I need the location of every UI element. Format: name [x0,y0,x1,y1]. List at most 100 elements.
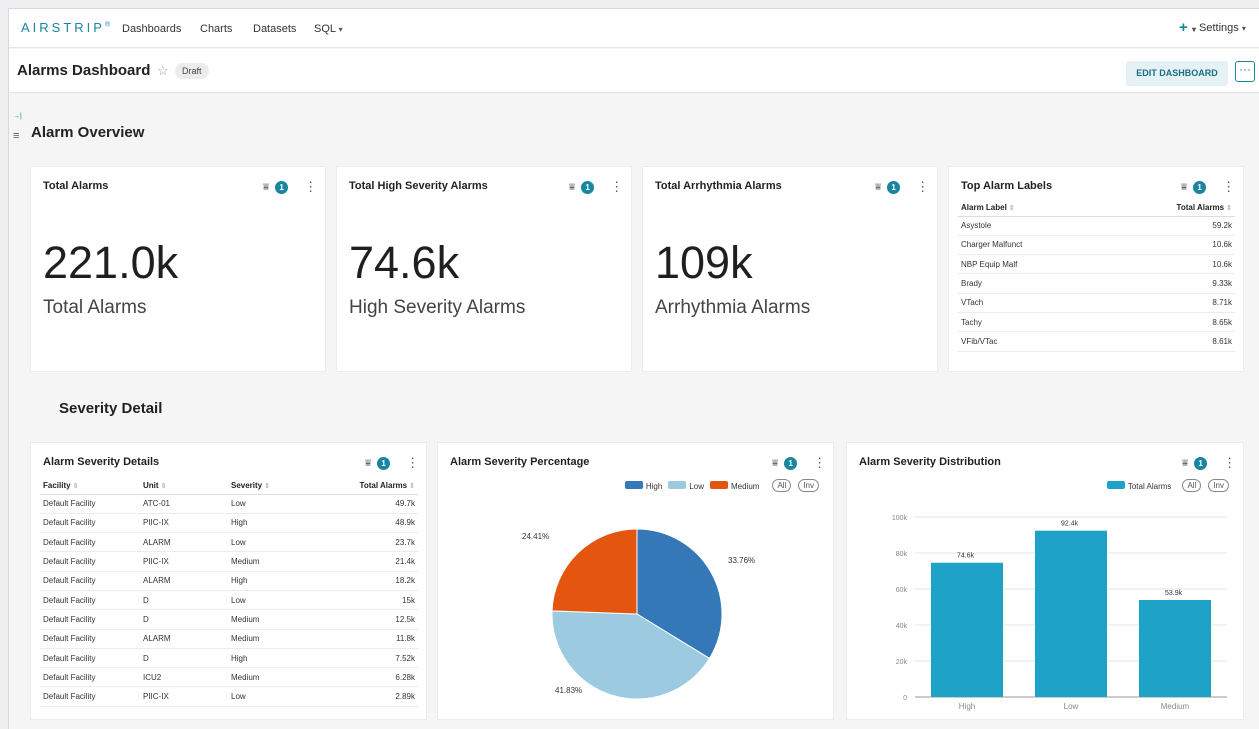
column-header[interactable]: Unit ⇕ [140,477,228,495]
table-row: Default Facility PIIC-IX Low 2.89k [40,686,418,707]
pie-slice-medium[interactable] [551,528,638,615]
filter-count-badge[interactable]: 1 [1193,180,1207,194]
expand-filters-icon[interactable]: →| [13,113,22,120]
filter-icon[interactable]: ⩸ [569,182,575,193]
card-title: Top Alarm Labels [961,180,1053,192]
legend-item[interactable]: Total Alarms [1106,480,1172,491]
column-header[interactable]: Severity ⇕ [228,477,309,495]
card-controls: ⩸ 1 ⋮ [772,455,826,471]
sort-icon[interactable]: ⇕ [73,483,79,490]
pie-data-label: 24.41% [522,532,549,541]
bar-low[interactable] [1035,530,1107,697]
cell: ATC-01 [140,494,228,514]
filter-icon[interactable]: ⩸ [1181,182,1187,193]
kebab-menu-icon[interactable]: ⋮ [610,179,623,195]
brand-logo[interactable]: AIRSTRIP® [21,20,110,35]
filter-count-badge[interactable]: 1 [1194,456,1208,470]
kebab-menu-icon[interactable]: ⋮ [1223,455,1236,471]
cell: Low [228,590,309,611]
legend-swatch [1106,480,1125,489]
filter-icon[interactable]: ⩸ [772,458,778,469]
page-title: Alarms Dashboard [17,62,151,79]
cell: 10.6k [1102,254,1235,275]
filter-count-badge[interactable]: 1 [581,180,595,194]
more-options-button[interactable]: ··· [1235,61,1255,82]
card-controls: ⩸ 1 ⋮ [1181,179,1235,195]
cell: 6.28k [308,667,418,688]
add-new-button[interactable]: + ▾ [1179,19,1196,36]
sort-icon[interactable]: ⇕ [409,483,415,490]
filter-icon[interactable]: ⩸ [263,182,269,193]
kebab-menu-icon[interactable]: ⋮ [406,455,419,471]
edit-dashboard-button[interactable]: EDIT DASHBOARD [1126,61,1228,86]
cell: NBP Equip Malf [958,254,1103,275]
card-controls: ⩸ 1 ⋮ [875,179,929,195]
filter-icon[interactable]: ⩸ [1182,458,1188,469]
kebab-menu-icon[interactable]: ⋮ [813,455,826,471]
legend-swatch [624,480,643,489]
severity-percentage-card: Alarm Severity Percentage ⩸ 1 ⋮ High Low M… [437,442,834,720]
cell: High [228,648,309,669]
cell: PIIC-IX [140,551,228,572]
nav-charts[interactable]: Charts [200,23,232,35]
column-header[interactable]: Facility ⇕ [40,477,140,495]
cell: Default Facility [40,609,140,630]
kebab-menu-icon[interactable]: ⋮ [1222,179,1235,195]
x-tick-label: High [959,702,975,711]
column-header[interactable]: Alarm Label ⇕ [958,199,1103,217]
bar-high[interactable] [931,562,1003,697]
settings-menu[interactable]: Settings ▾ [1199,22,1246,34]
filter-count-badge[interactable]: 1 [377,456,391,470]
table-row: Tachy 8.65k [958,312,1235,333]
filter-count-badge[interactable]: 1 [784,456,798,470]
cell: Medium [228,551,309,572]
cell: Default Facility [40,667,140,688]
cell: D [140,590,228,611]
table-row: Default Facility PIIC-IX Medium 21.4k [40,551,418,572]
legend-all-toggle[interactable]: All [772,479,792,492]
legend-all-toggle[interactable]: All [1182,479,1202,492]
legend-label: Low [689,481,704,491]
kebab-menu-icon[interactable]: ⋮ [304,179,317,195]
nav-sql[interactable]: SQL ▾ [314,23,343,35]
cell: Default Facility [40,590,140,611]
favorite-star-icon[interactable]: ☆ [157,63,169,79]
filter-icon[interactable]: ⩸ [365,458,371,469]
chevron-down-icon: ▾ [338,25,343,34]
table-row: Brady 9.33k [958,273,1235,294]
kebab-menu-icon[interactable]: ⋮ [916,179,929,195]
cell: VTach [958,293,1103,313]
column-header[interactable]: Total Alarms ⇕ [308,477,418,495]
filter-icon[interactable]: ⩸ [875,182,881,193]
legend-inv-toggle[interactable]: Inv [798,479,819,492]
cell: Medium [228,629,309,649]
cell: High [228,571,309,591]
legend-item[interactable]: Low [668,480,704,491]
dashboard-header: Alarms Dashboard ☆ Draft EDIT DASHBOARD … [9,49,1259,93]
legend-label: Medium [730,481,760,491]
card-title: Alarm Severity Percentage [450,456,590,468]
filter-count-badge[interactable]: 1 [887,180,901,194]
legend-label: Total Alarms [1127,481,1172,491]
filter-icon[interactable]: ≡ [13,130,19,142]
column-header[interactable]: Total Alarms ⇕ [1102,199,1235,217]
bar-medium[interactable] [1139,599,1211,697]
nav-datasets[interactable]: Datasets [253,23,296,35]
filter-count-badge[interactable]: 1 [275,180,289,194]
sort-icon[interactable]: ⇕ [1226,205,1232,212]
legend-inv-toggle[interactable]: Inv [1208,479,1229,492]
cell: 59.2k [1102,216,1235,236]
card-title: Alarm Severity Details [43,456,160,468]
cell: Default Facility [40,513,140,534]
card-controls: ⩸ 1 ⋮ [263,179,317,195]
kpi-subtitle: Arrhythmia Alarms [655,297,811,318]
status-badge[interactable]: Draft [175,63,209,79]
table-row: Default Facility ALARM Medium 11.8k [40,629,418,649]
nav-dashboards[interactable]: Dashboards [122,23,181,35]
sort-icon[interactable]: ⇕ [264,483,270,490]
sort-icon[interactable]: ⇕ [161,483,167,490]
sort-icon[interactable]: ⇕ [1009,205,1015,212]
legend-item[interactable]: High [624,480,662,491]
plus-icon: + [1179,19,1188,36]
legend-item[interactable]: Medium [709,480,760,491]
